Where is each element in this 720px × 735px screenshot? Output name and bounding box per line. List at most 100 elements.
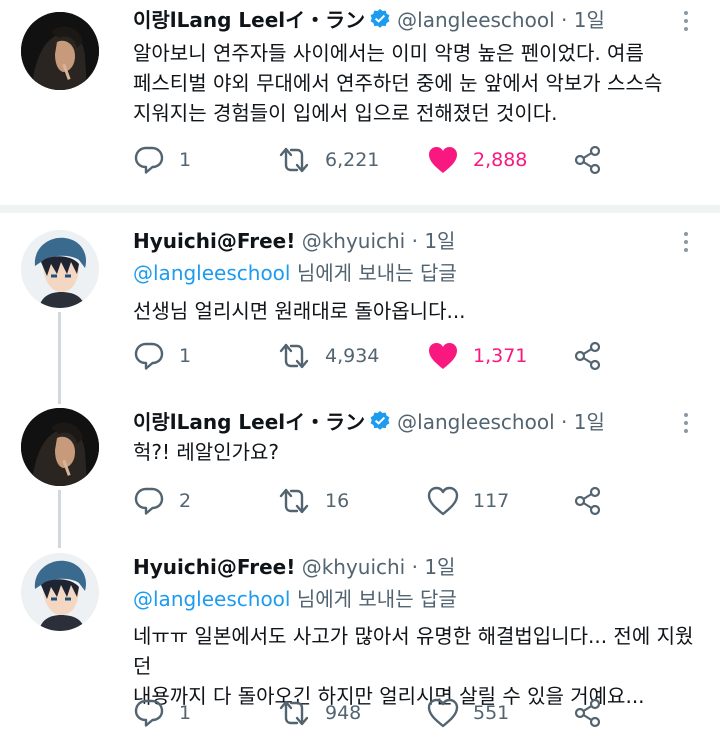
avatar-anime-icon [21, 553, 99, 631]
tweet-timestamp[interactable]: 1일 [424, 555, 455, 579]
author-handle[interactable]: @khyuichi [302, 555, 406, 579]
retweet-icon [279, 488, 309, 514]
replying-to: @langleeschool 님에게 보내는 답글 [133, 260, 457, 286]
thread-connector-line [58, 388, 61, 404]
share-icon [574, 486, 601, 516]
header-separator: · [561, 8, 568, 32]
retweet-button[interactable]: 4,934 [277, 339, 379, 373]
tweet-timestamp[interactable]: 1일 [424, 229, 455, 253]
tweet-text-line: 지워지는 경험들이 입에서 입으로 전해졌던 것이다. [133, 101, 558, 125]
retweet-button[interactable]: 6,221 [277, 143, 379, 177]
tweet-actions: 2 16 117 [133, 484, 613, 518]
avatar-portrait-icon [21, 408, 99, 486]
like-icon [429, 343, 457, 369]
tweet-text-line: 알아보니 연주자들 사이에서는 이미 악명 높은 펜이었다. 여름 [133, 41, 644, 65]
like-count: 117 [473, 490, 510, 512]
share-button[interactable] [573, 339, 617, 373]
like-count: 2,888 [473, 149, 528, 171]
avatar-portrait-icon [21, 12, 99, 90]
avatar[interactable] [21, 12, 99, 90]
share-icon [574, 145, 601, 175]
more-options-icon[interactable] [676, 229, 696, 255]
like-icon [427, 486, 459, 516]
share-button[interactable] [573, 696, 617, 730]
like-count: 1,371 [473, 345, 528, 367]
avatar[interactable] [21, 408, 99, 486]
author-name[interactable]: Hyuichi@Free! [133, 555, 295, 579]
like-button[interactable]: 117 [427, 484, 509, 518]
more-options-icon[interactable] [676, 8, 696, 34]
like-button[interactable]: 1,371 [427, 339, 527, 373]
tweet-actions: 1 4,934 1,371 [133, 339, 613, 373]
retweet-count: 4,934 [325, 345, 380, 367]
retweet-count: 6,221 [325, 149, 380, 171]
avatar[interactable] [21, 230, 99, 308]
tweet-2[interactable]: Hyuichi@Free! @khyuichi · 1일 @langleesch… [0, 213, 720, 388]
tweet-header: Hyuichi@Free! @khyuichi · 1일 [133, 554, 455, 580]
author-name[interactable]: 이랑lLang Leelイ・ラン [133, 8, 365, 32]
tweet-text-line: 페스티벌 야외 무대에서 연주하던 중에 눈 앞에서 악보가 스스슥 [133, 71, 663, 95]
reply-to-label: 님에게 보내는 답글 [290, 587, 457, 611]
more-options-icon[interactable] [676, 410, 696, 436]
reply-button[interactable]: 1 [133, 143, 191, 177]
thread-connector-line [58, 536, 61, 548]
reply-mention-link[interactable]: @langleeschool [133, 261, 290, 285]
reply-count: 1 [179, 345, 192, 367]
tweet-timestamp[interactable]: 1일 [574, 8, 605, 32]
tweet-text: 헉?! 레알인가요? [133, 437, 703, 467]
header-separator: · [411, 229, 418, 253]
tweet-header: Hyuichi@Free! @khyuichi · 1일 [133, 228, 455, 254]
retweet-button[interactable]: 948 [277, 696, 361, 730]
share-button[interactable] [573, 143, 617, 177]
tweet-text-line: 네ㅠㅠ 일본에서도 사고가 많아서 유명한 해결법입니다... 전에 지웠던 [133, 624, 694, 678]
author-name[interactable]: Hyuichi@Free! [133, 229, 295, 253]
tweet-header: 이랑lLang Leelイ・ラン @langleeschool · 1일 [133, 409, 605, 435]
author-handle[interactable]: @langleeschool [397, 8, 554, 32]
like-button[interactable]: 2,888 [427, 143, 527, 177]
reply-mention-link[interactable]: @langleeschool [133, 587, 290, 611]
avatar-anime-icon [21, 230, 99, 308]
reply-button[interactable]: 1 [133, 696, 191, 730]
tweet-text: 알아보니 연주자들 사이에서는 이미 악명 높은 펜이었다. 여름 페스티벌 야… [133, 38, 703, 128]
reply-button[interactable]: 2 [133, 484, 191, 518]
reply-count: 1 [179, 149, 192, 171]
header-separator: · [561, 410, 568, 434]
replying-to: @langleeschool 님에게 보내는 답글 [133, 586, 457, 612]
tweet-1[interactable]: 이랑lLang Leelイ・ラン @langleeschool · 1일 알아보니… [0, 0, 720, 205]
tweet-text-line: 헉?! 레알인가요? [133, 440, 280, 464]
tweet-header: 이랑lLang Leelイ・ラン @langleeschool · 1일 [133, 7, 605, 33]
retweet-icon [279, 700, 309, 726]
retweet-count: 16 [325, 490, 350, 512]
like-count: 551 [473, 702, 510, 724]
reply-icon [134, 699, 164, 727]
tweet-actions: 1 948 551 [133, 696, 613, 730]
avatar[interactable] [21, 553, 99, 631]
reply-icon [134, 487, 164, 515]
tweet-text: 선생님 얼리시면 원래대로 돌아옵니다... [133, 296, 703, 326]
author-name[interactable]: 이랑lLang Leelイ・ラン [133, 410, 365, 434]
author-handle[interactable]: @khyuichi [302, 229, 406, 253]
retweet-icon [279, 147, 309, 173]
reply-icon [134, 146, 164, 174]
share-icon [574, 341, 601, 371]
reply-count: 1 [179, 702, 192, 724]
retweet-count: 948 [325, 702, 362, 724]
like-button[interactable]: 551 [427, 696, 509, 730]
reply-to-label: 님에게 보내는 답글 [290, 261, 457, 285]
reply-button[interactable]: 1 [133, 339, 191, 373]
tweet-4[interactable]: Hyuichi@Free! @khyuichi · 1일 @langleesch… [0, 536, 720, 735]
retweet-button[interactable]: 16 [277, 484, 349, 518]
tweet-3[interactable]: 이랑lLang Leelイ・ラン @langleeschool · 1일 헉?! … [0, 388, 720, 536]
retweet-icon [279, 343, 309, 369]
share-button[interactable] [573, 484, 617, 518]
like-icon [427, 698, 459, 728]
verified-badge-icon [369, 410, 391, 438]
reply-icon [134, 342, 164, 370]
tweet-timestamp[interactable]: 1일 [574, 410, 605, 434]
tweet-actions: 1 6,221 2,888 [133, 143, 613, 177]
thread-connector-line [58, 312, 61, 388]
verified-badge-icon [369, 8, 391, 36]
author-handle[interactable]: @langleeschool [397, 410, 554, 434]
reply-count: 2 [179, 490, 192, 512]
conversation-divider [0, 205, 720, 213]
